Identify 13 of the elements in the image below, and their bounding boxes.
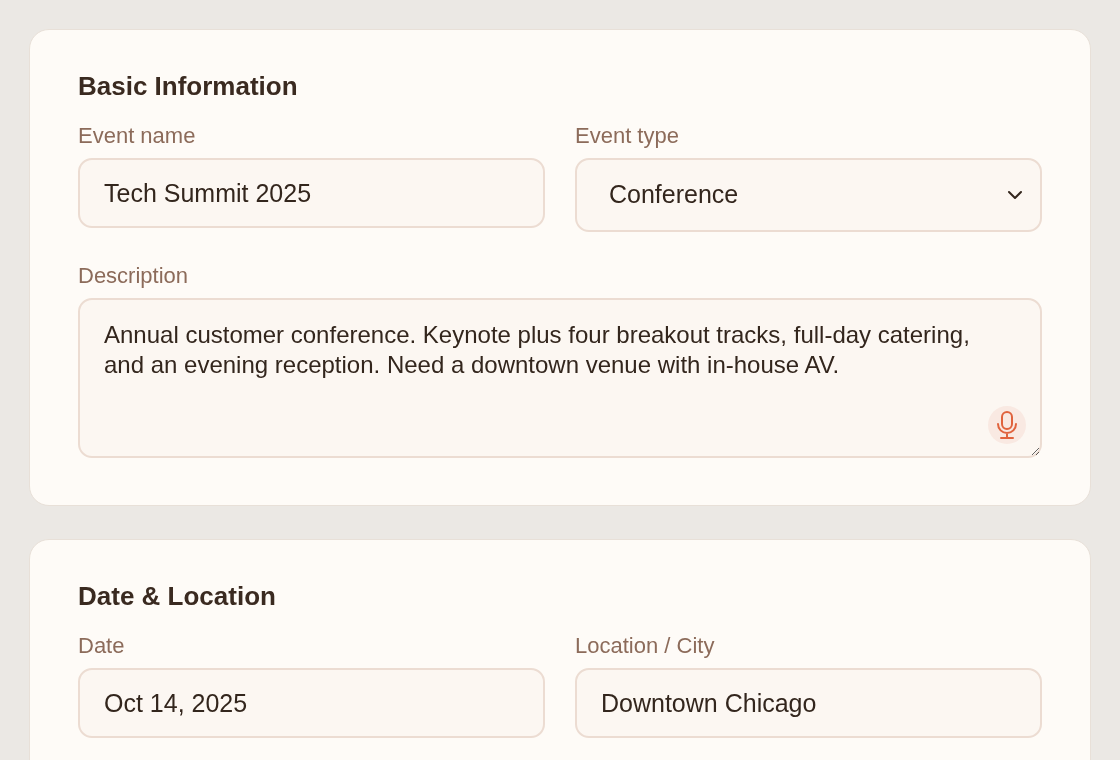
- field-label: Location / City: [575, 632, 716, 660]
- field-label: Date: [78, 632, 126, 660]
- microphone-icon: [995, 410, 1019, 440]
- section-title: Basic Information: [78, 70, 299, 103]
- field-label: Description: [78, 262, 190, 290]
- field-label: Event type: [575, 122, 680, 150]
- input-field[interactable]: Tech Summit 2025: [78, 158, 545, 228]
- select-field[interactable]: Conference: [575, 158, 1042, 232]
- section-title: Date & Location: [78, 580, 277, 613]
- field-label: Event name: [78, 122, 197, 150]
- input-field[interactable]: Downtown Chicago: [575, 668, 1042, 738]
- description-field[interactable]: Annual customer conference. Keynote plus four breakout tracks, full-day catering, and an evening reception. Need a downtown venue with in-house AV.: [78, 298, 1042, 458]
- input-field[interactable]: Oct 14, 2025: [78, 668, 545, 738]
